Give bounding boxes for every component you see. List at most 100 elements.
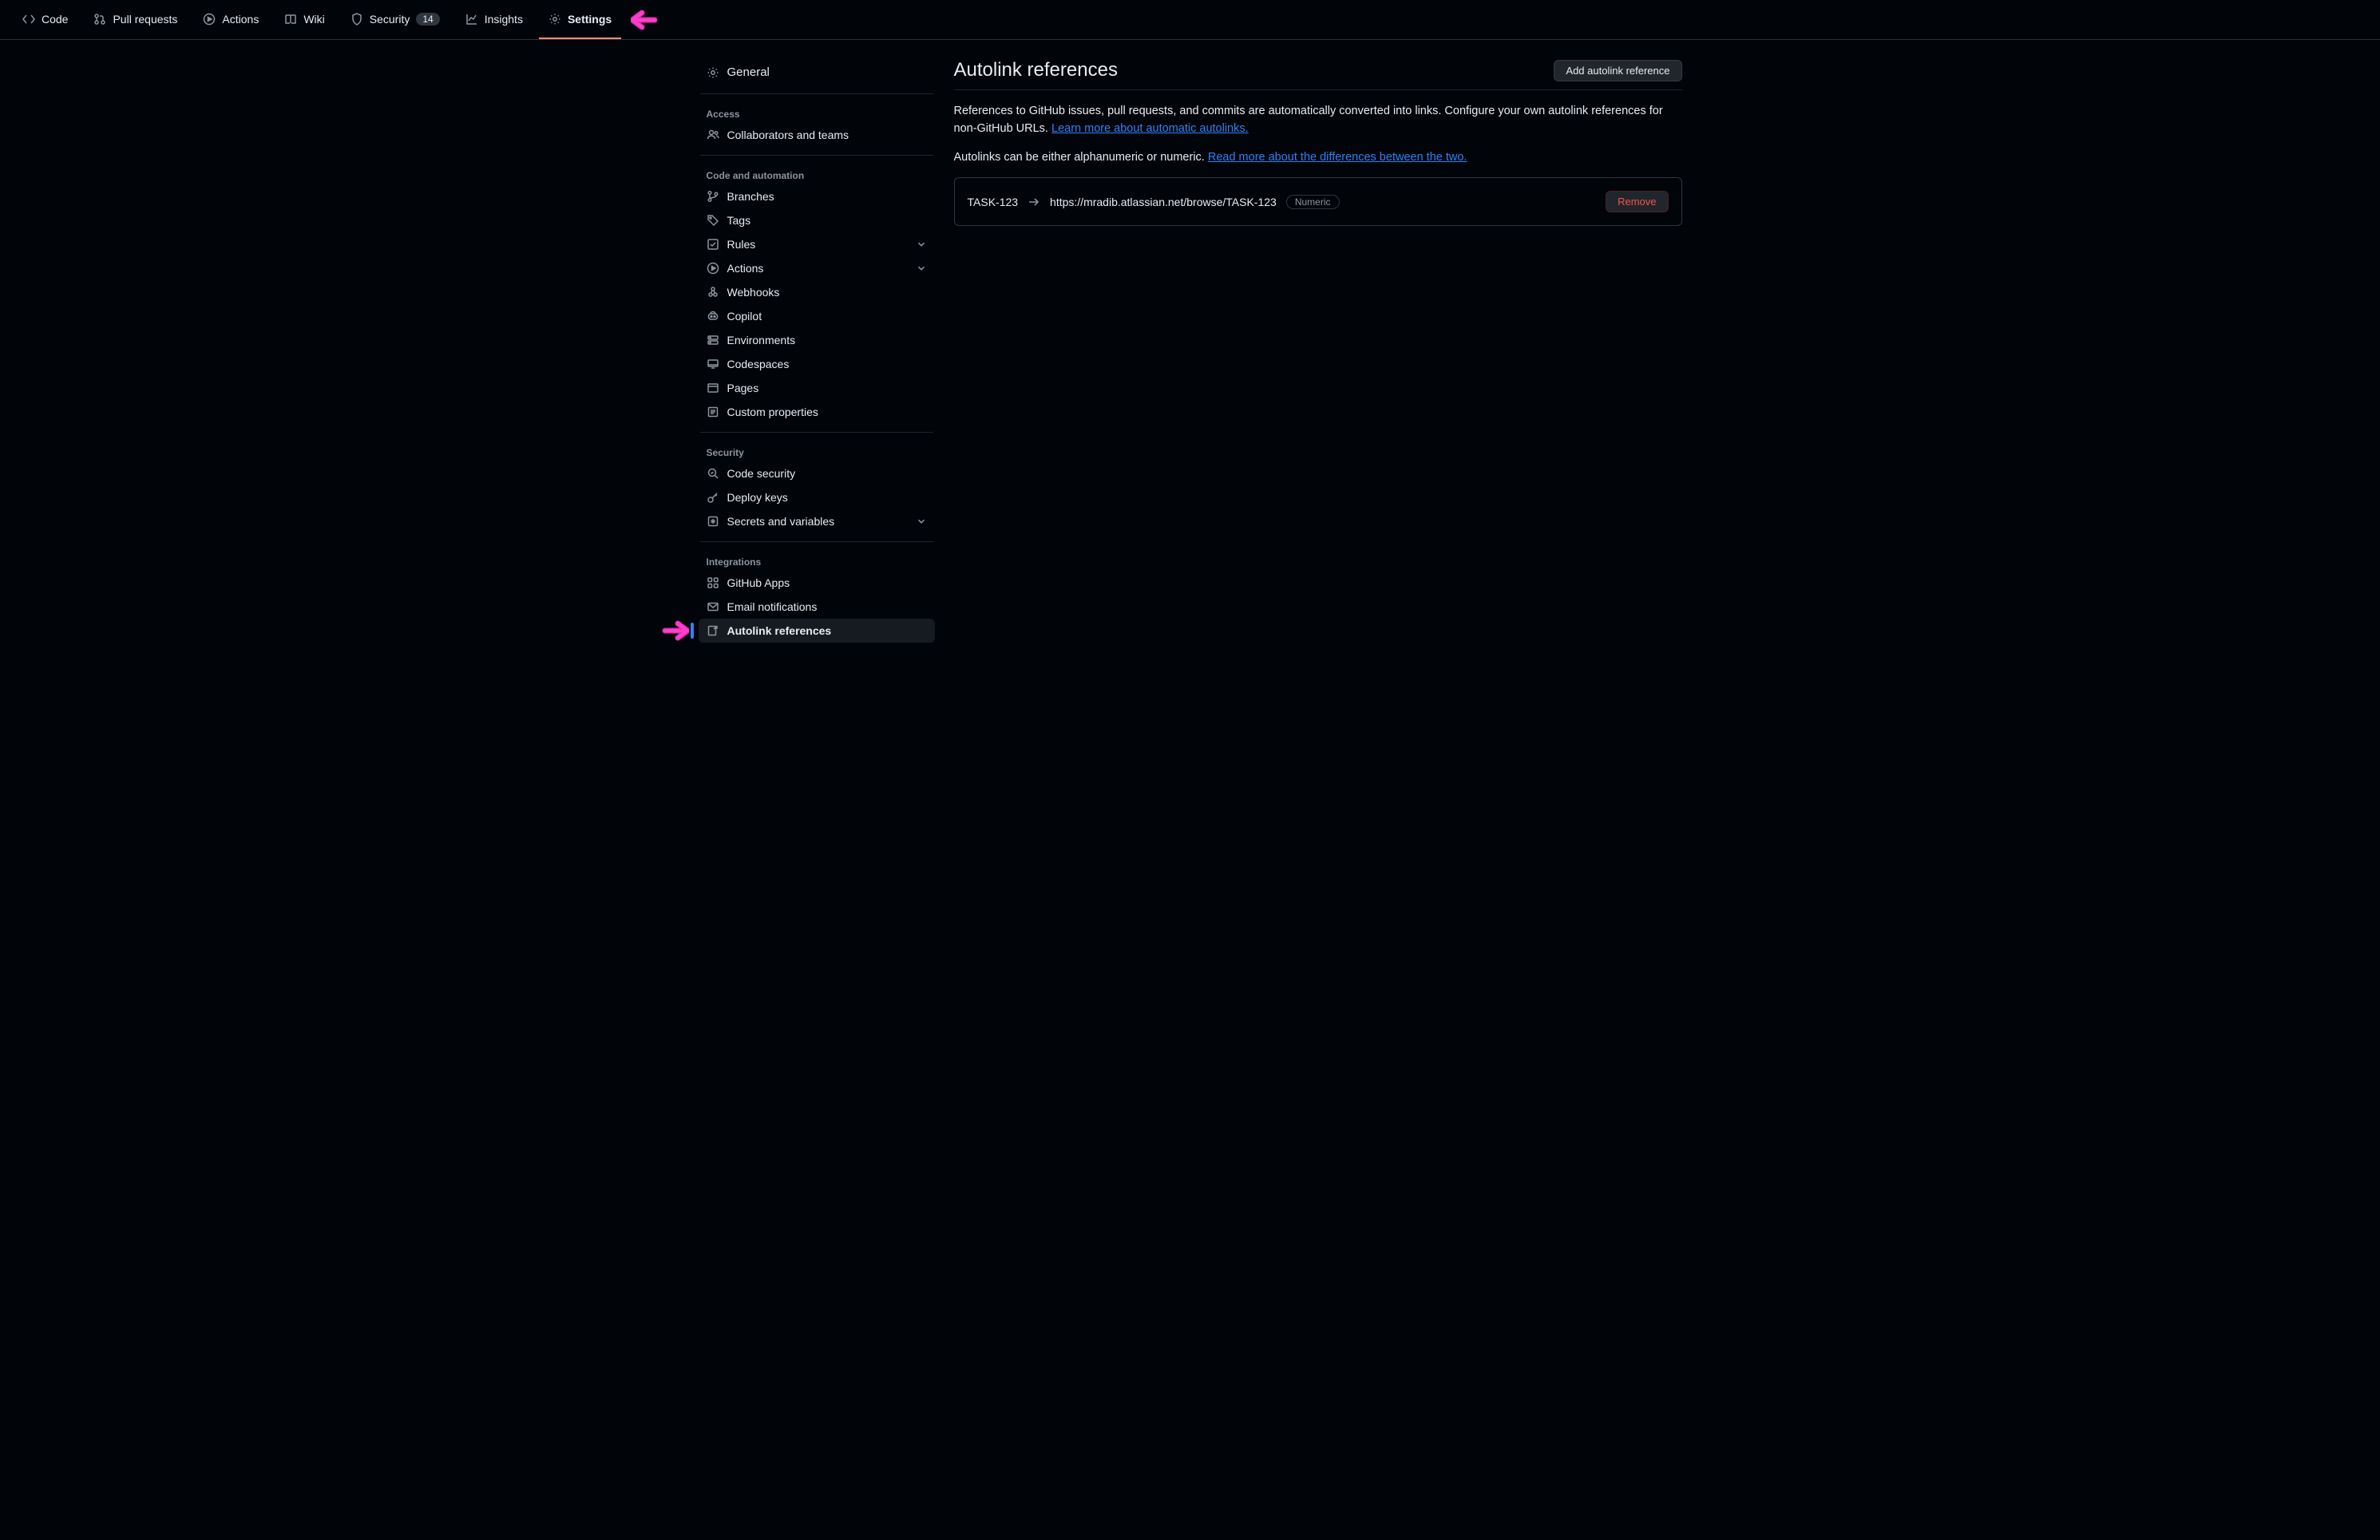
code-icon	[22, 13, 35, 26]
gear-icon	[707, 66, 719, 79]
sidebar-item-custom-properties[interactable]: Custom properties	[699, 400, 935, 424]
learn-more-link[interactable]: Learn more about automatic autolinks.	[1051, 122, 1249, 135]
sidebar-item-label: Pages	[727, 382, 759, 394]
server-icon	[707, 334, 719, 346]
sidebar-item-deploy-keys[interactable]: Deploy keys	[699, 485, 935, 509]
divider	[700, 93, 933, 94]
sidebar-item-secrets[interactable]: Secrets and variables	[699, 509, 935, 533]
divider	[700, 432, 933, 433]
play-icon	[707, 262, 719, 275]
sidebar-item-autolink-references[interactable]: Autolink references	[699, 619, 935, 643]
sidebar-item-label: Copilot	[727, 310, 762, 323]
sidebar-item-codespaces[interactable]: Codespaces	[699, 352, 935, 376]
sidebar-item-label: Branches	[727, 190, 774, 203]
autolink-type-chip: Numeric	[1286, 195, 1340, 209]
settings-sidebar: General Access Collaborators and teams C…	[699, 59, 935, 643]
sidebar-item-pages[interactable]: Pages	[699, 376, 935, 400]
sidebar-group-security: Security	[699, 441, 935, 461]
divider	[700, 541, 933, 542]
page-container: General Access Collaborators and teams C…	[679, 40, 1701, 662]
tab-actions[interactable]: Actions	[193, 0, 268, 39]
chevron-down-icon	[916, 516, 927, 527]
intro-paragraph-1: References to GitHub issues, pull reques…	[954, 103, 1682, 138]
codescan-icon	[707, 467, 719, 480]
intro-paragraph-2: Autolinks can be either alphanumeric or …	[954, 149, 1682, 167]
page-title: Autolink references	[954, 59, 1118, 81]
book-icon	[284, 13, 297, 26]
sidebar-item-label: Email notifications	[727, 600, 818, 613]
tab-label: Settings	[568, 13, 612, 26]
mail-icon	[707, 600, 719, 613]
sidebar-item-github-apps[interactable]: GitHub Apps	[699, 571, 935, 595]
tab-label: Security	[370, 13, 410, 26]
tab-settings[interactable]: Settings	[539, 0, 621, 39]
autolink-url: https://mradib.atlassian.net/browse/TASK…	[1050, 196, 1277, 208]
sidebar-item-environments[interactable]: Environments	[699, 328, 935, 352]
sidebar-item-label: Code security	[727, 467, 796, 480]
sidebar-item-label: Webhooks	[727, 286, 780, 299]
sidebar-item-label: Secrets and variables	[727, 515, 835, 528]
git-pull-request-icon	[93, 13, 106, 26]
sidebar-item-label: GitHub Apps	[727, 576, 790, 589]
add-autolink-reference-button[interactable]: Add autolink reference	[1554, 60, 1681, 81]
sidebar-group-integrations: Integrations	[699, 550, 935, 571]
arrow-right-icon	[1028, 196, 1040, 208]
tab-label: Wiki	[303, 13, 324, 26]
people-icon	[707, 129, 719, 141]
autolink-prefix: TASK-123	[968, 196, 1019, 208]
graph-icon	[465, 13, 478, 26]
note-icon	[707, 406, 719, 418]
shield-icon	[350, 13, 363, 26]
sidebar-item-label: Collaborators and teams	[727, 129, 849, 141]
tab-label: Code	[42, 13, 68, 26]
autolink-entry: TASK-123 https://mradib.atlassian.net/br…	[954, 177, 1682, 226]
sidebar-item-branches[interactable]: Branches	[699, 184, 935, 208]
repo-nav: Code Pull requests Actions Wiki Security…	[0, 0, 2380, 40]
sidebar-item-label: Tags	[727, 214, 751, 227]
sidebar-item-label: Actions	[727, 262, 764, 275]
key-icon	[707, 491, 719, 504]
tab-label: Pull requests	[113, 13, 177, 26]
read-more-link[interactable]: Read more about the differences between …	[1208, 151, 1467, 164]
main-content: Autolink references Add autolink referen…	[954, 59, 1682, 643]
sidebar-item-copilot[interactable]: Copilot	[699, 304, 935, 328]
sidebar-item-actions[interactable]: Actions	[699, 256, 935, 280]
sidebar-item-label: Autolink references	[727, 624, 832, 637]
remove-autolink-button[interactable]: Remove	[1606, 191, 1668, 212]
tab-label: Actions	[222, 13, 259, 26]
gear-icon	[548, 13, 561, 26]
main-header: Autolink references Add autolink referen…	[954, 59, 1682, 90]
annotation-arrow-icon	[631, 10, 664, 30]
sidebar-item-label: General	[727, 65, 770, 79]
webhook-icon	[707, 286, 719, 299]
sidebar-item-webhooks[interactable]: Webhooks	[699, 280, 935, 304]
key-asterisk-icon	[707, 515, 719, 528]
tab-insights[interactable]: Insights	[456, 0, 533, 39]
rules-icon	[707, 238, 719, 251]
tab-code[interactable]: Code	[13, 0, 77, 39]
security-count-badge: 14	[416, 13, 439, 26]
sidebar-group-access: Access	[699, 102, 935, 123]
chevron-down-icon	[916, 239, 927, 250]
tab-label: Insights	[485, 13, 523, 26]
tag-icon	[707, 214, 719, 227]
tab-security[interactable]: Security 14	[341, 0, 449, 39]
play-icon	[203, 13, 216, 26]
sidebar-item-email-notifications[interactable]: Email notifications	[699, 595, 935, 619]
sidebar-item-tags[interactable]: Tags	[699, 208, 935, 232]
tab-pull-requests[interactable]: Pull requests	[84, 0, 187, 39]
sidebar-item-code-security[interactable]: Code security	[699, 461, 935, 485]
codespaces-icon	[707, 358, 719, 370]
sidebar-item-label: Rules	[727, 238, 756, 251]
sidebar-item-label: Codespaces	[727, 358, 790, 370]
sidebar-item-general[interactable]: General	[699, 59, 935, 85]
sidebar-group-code: Code and automation	[699, 164, 935, 184]
divider	[700, 155, 933, 156]
sidebar-item-label: Deploy keys	[727, 491, 788, 504]
sidebar-item-collaborators[interactable]: Collaborators and teams	[699, 123, 935, 147]
git-branch-icon	[707, 190, 719, 203]
cross-reference-icon	[707, 624, 719, 637]
sidebar-item-rules[interactable]: Rules	[699, 232, 935, 256]
apps-icon	[707, 576, 719, 589]
tab-wiki[interactable]: Wiki	[275, 0, 334, 39]
